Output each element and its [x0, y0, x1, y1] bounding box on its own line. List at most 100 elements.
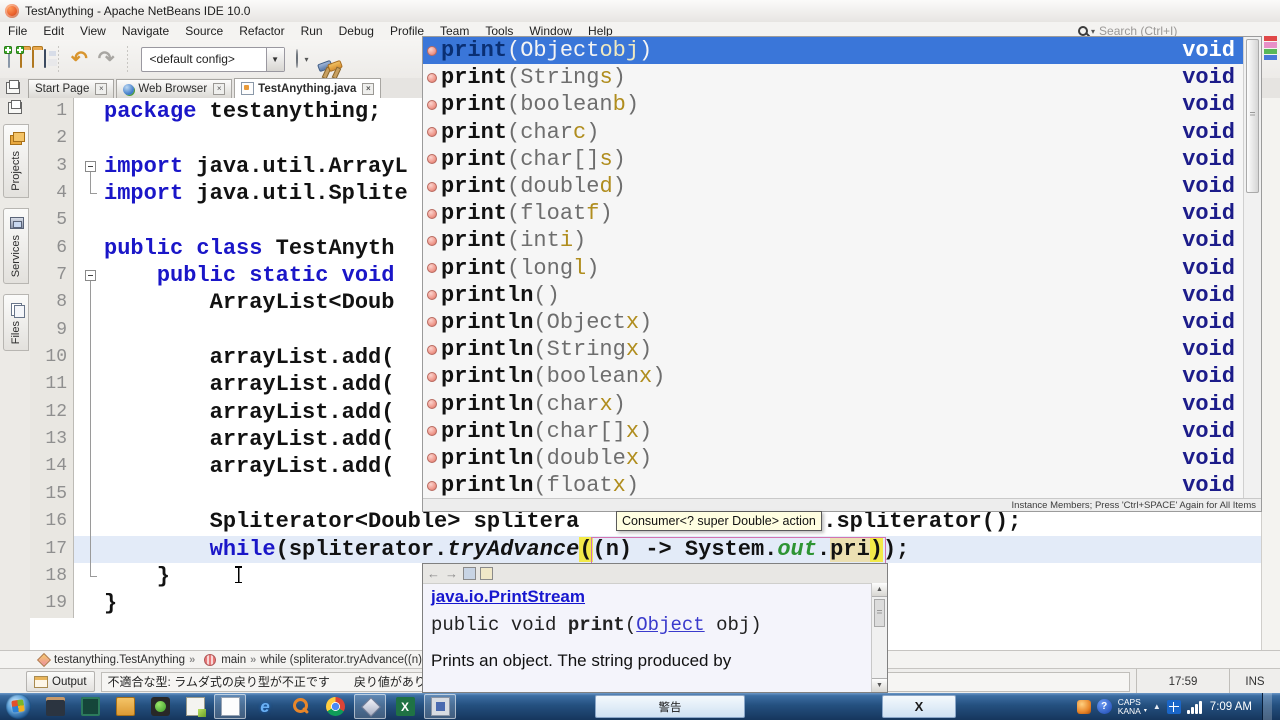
tab-close-icon[interactable]: ×	[362, 82, 375, 95]
fold-marker[interactable]	[74, 125, 102, 152]
chrome-icon[interactable]	[319, 694, 351, 719]
search-dropdown-icon[interactable]: ▾	[1091, 27, 1095, 36]
tab-close-icon[interactable]: ×	[95, 83, 108, 95]
dock-window-icon[interactable]	[6, 80, 20, 94]
dark-app-icon[interactable]	[74, 694, 106, 719]
completion-item[interactable]: println (double x ) void	[423, 445, 1243, 472]
dock-window-icon[interactable]	[8, 100, 22, 114]
tray-app-icon[interactable]	[1076, 699, 1091, 714]
dropdown-icon[interactable]: ▾	[1144, 707, 1147, 716]
breadcrumb-item[interactable]: testanything.TestAnything »	[34, 652, 199, 667]
generic-app-icon[interactable]	[424, 694, 456, 719]
completion-item[interactable]: print (char[] s ) void	[423, 146, 1243, 173]
player-app-icon[interactable]	[144, 694, 176, 719]
completion-item[interactable]: print (boolean b ) void	[423, 91, 1243, 118]
completion-item[interactable]: println (char x ) void	[423, 390, 1243, 417]
completion-item[interactable]: print (String s ) void	[423, 64, 1243, 91]
ime-grid-icon[interactable]	[1166, 699, 1181, 714]
show-desktop-button[interactable]	[1262, 693, 1272, 720]
notepad-icon[interactable]	[179, 694, 211, 719]
class-link[interactable]: java.io.PrintStream	[431, 587, 585, 606]
fold-marker[interactable]	[74, 207, 102, 234]
external-browser-icon[interactable]	[480, 567, 493, 580]
fold-marker[interactable]	[74, 426, 102, 454]
menu-item[interactable]: Debug	[331, 22, 382, 40]
new-file-button[interactable]	[4, 46, 12, 68]
media-app-icon[interactable]	[39, 694, 71, 719]
fold-marker[interactable]	[74, 535, 102, 564]
completion-item[interactable]: print (long l ) void	[423, 255, 1243, 282]
open-project-button[interactable]	[32, 49, 34, 68]
show-hidden-icons[interactable]: ▲	[1153, 702, 1161, 711]
menu-item[interactable]: View	[72, 22, 114, 40]
fold-marker[interactable]	[74, 316, 102, 345]
document-app-icon[interactable]	[214, 694, 246, 719]
sidebar-tab-projects[interactable]: Projects	[3, 124, 29, 198]
fold-marker[interactable]	[74, 562, 102, 590]
completion-item[interactable]: println (boolean x ) void	[423, 363, 1243, 390]
start-button[interactable]	[6, 694, 31, 719]
internet-explorer-icon[interactable]: e	[249, 694, 281, 719]
error-stripe[interactable]	[1261, 98, 1280, 650]
editor-tab[interactable]: Start Page ×	[28, 79, 115, 98]
menu-item[interactable]: Edit	[35, 22, 72, 40]
fold-marker[interactable]	[74, 590, 102, 617]
completion-item[interactable]: print (int i ) void	[423, 227, 1243, 254]
completion-item[interactable]: println (float x ) void	[423, 472, 1243, 499]
editor-tab[interactable]: Web Browser ×	[116, 79, 233, 98]
completion-item[interactable]: print (double d ) void	[423, 173, 1243, 200]
completion-item[interactable]: println (Object x ) void	[423, 309, 1243, 336]
show-documentation-icon[interactable]	[463, 567, 476, 580]
scroll-up-icon[interactable]: ▲	[872, 583, 887, 597]
popup-scrollbar[interactable]	[1243, 37, 1261, 498]
editor-tab[interactable]: TestAnything.java ×	[234, 78, 382, 98]
back-icon[interactable]: ←	[427, 566, 440, 581]
menu-item[interactable]: Navigate	[114, 22, 177, 40]
completion-item[interactable]: println (char[] x ) void	[423, 418, 1243, 445]
javadoc-scrollbar-thumb[interactable]	[874, 599, 885, 627]
config-combobox[interactable]: <default config> ▼	[140, 46, 285, 72]
new-project-button[interactable]	[16, 46, 24, 68]
fold-marker[interactable]	[74, 235, 102, 262]
completion-item[interactable]: print (float f ) void	[423, 200, 1243, 227]
fold-marker[interactable]	[74, 289, 102, 318]
warning-window-button[interactable]: 警告	[595, 695, 745, 718]
fold-marker[interactable]	[74, 398, 102, 427]
fold-marker[interactable]	[74, 262, 102, 290]
fold-marker[interactable]	[74, 508, 102, 536]
completion-item[interactable]: print (char c ) void	[423, 119, 1243, 146]
sidebar-tab-services[interactable]: Services	[3, 207, 29, 284]
breadcrumb-item[interactable]: while (spliterator.tryAdvance((n)	[260, 654, 430, 666]
redo-button[interactable]: ↷	[98, 49, 115, 69]
fold-marker[interactable]	[74, 153, 102, 181]
run-dropdown-icon[interactable]: ▾	[305, 55, 309, 64]
fold-marker[interactable]	[74, 453, 102, 482]
search-app-icon[interactable]	[284, 694, 316, 719]
completion-item[interactable]: println () void	[423, 282, 1243, 309]
menu-item[interactable]: Refactor	[231, 22, 292, 40]
javadoc-scrollbar[interactable]: ▲ ▼	[871, 583, 887, 692]
help-icon[interactable]: ?	[1096, 699, 1112, 714]
popup-scrollbar-thumb[interactable]	[1246, 39, 1259, 193]
netbeans-taskbar-icon[interactable]	[354, 694, 386, 719]
menu-item[interactable]: File	[0, 22, 35, 40]
explorer-folder-icon[interactable]	[109, 694, 141, 719]
fold-marker[interactable]	[74, 344, 102, 372]
forward-icon[interactable]: →	[445, 566, 458, 581]
object-type-link[interactable]: Object	[636, 614, 704, 636]
tab-close-icon[interactable]: ×	[213, 83, 226, 95]
fold-marker[interactable]	[74, 480, 102, 509]
network-signal-icon[interactable]	[1186, 700, 1202, 714]
run-config-button[interactable]	[295, 49, 298, 68]
scroll-down-icon[interactable]: ▼	[872, 678, 887, 692]
ime-indicator[interactable]: CAPS KANA ▾	[1118, 697, 1147, 716]
undo-button[interactable]: ↶	[71, 49, 88, 69]
config-dropdown-icon[interactable]: ▼	[265, 47, 284, 71]
excel-icon[interactable]: X	[389, 694, 421, 719]
completion-item[interactable]: println (String x ) void	[423, 336, 1243, 363]
title-bar[interactable]: TestAnything - Apache NetBeans IDE 10.0	[0, 0, 1280, 23]
fold-marker[interactable]	[74, 180, 102, 207]
breadcrumb-item[interactable]: main »	[199, 653, 260, 666]
save-all-button[interactable]	[44, 49, 46, 68]
fold-marker[interactable]	[74, 98, 102, 125]
